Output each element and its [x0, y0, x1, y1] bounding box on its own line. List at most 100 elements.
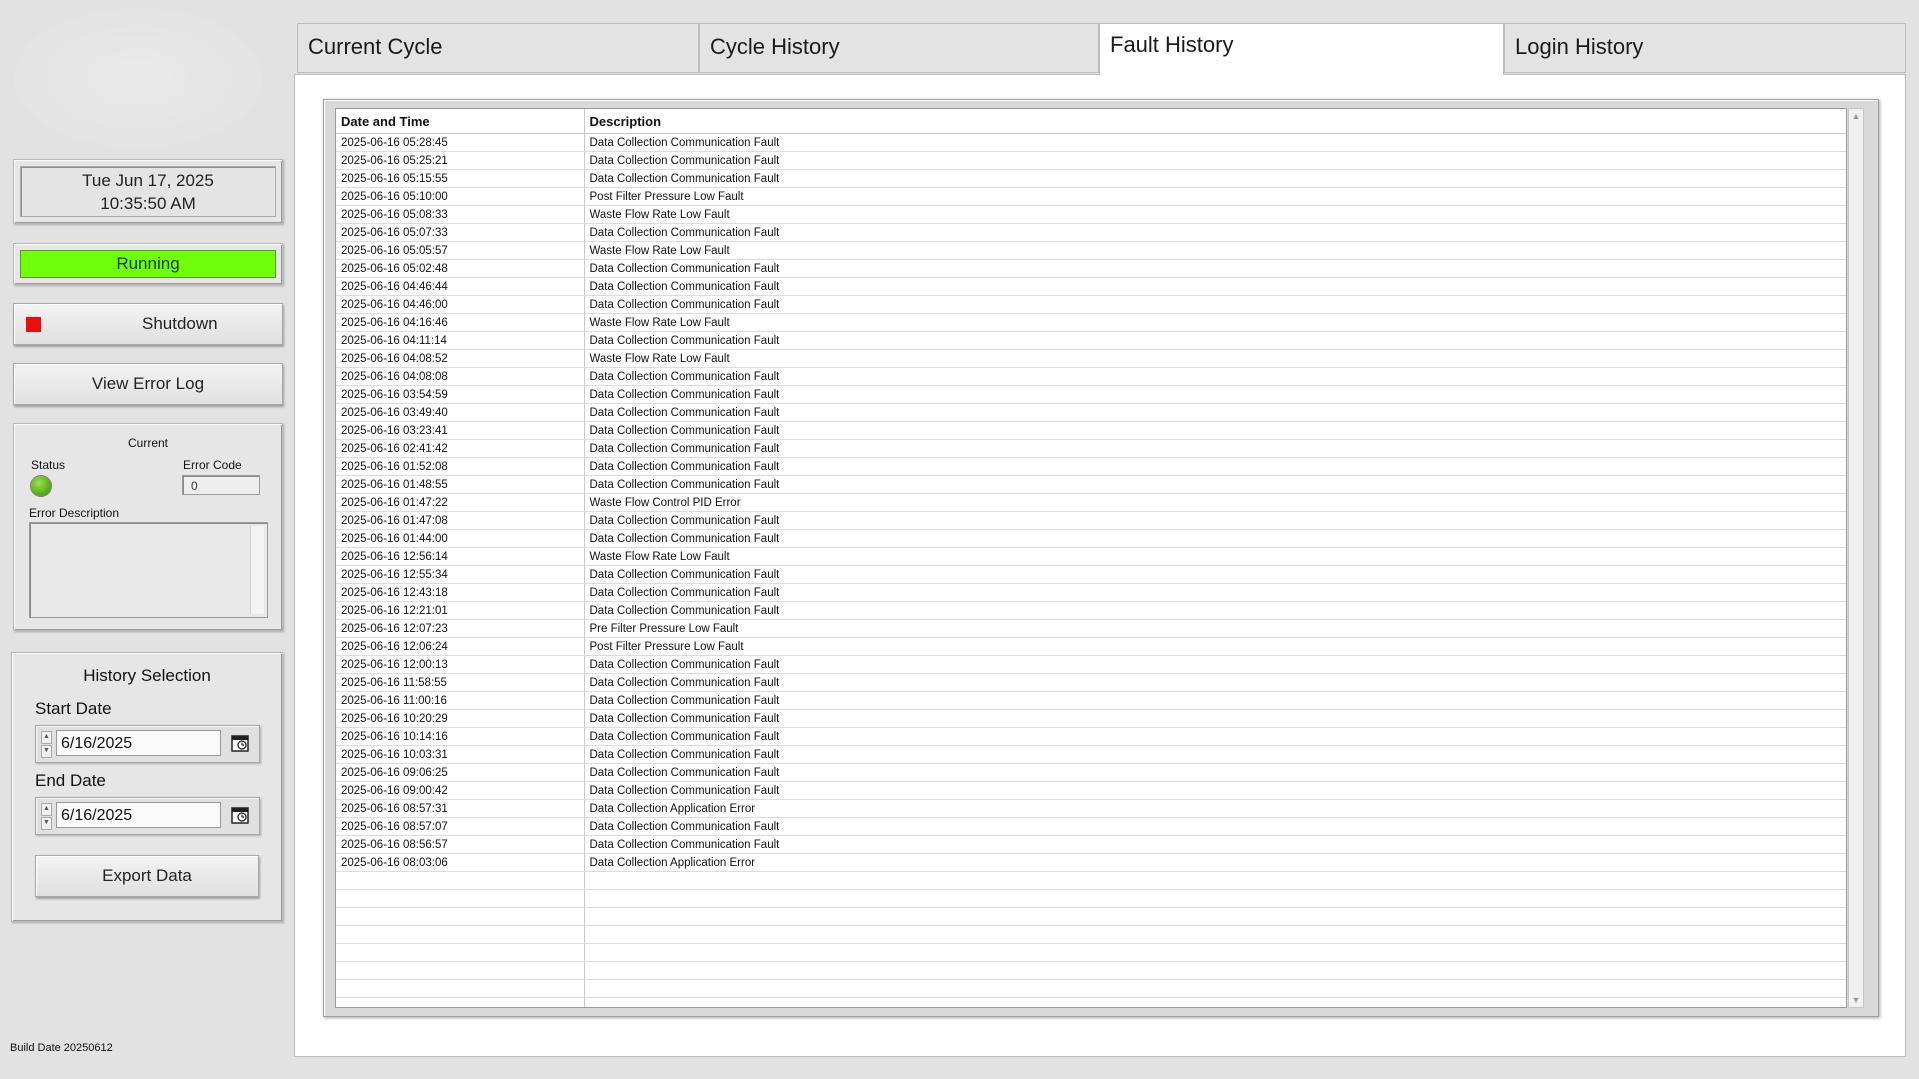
fault-datetime-cell: 2025-06-16 05:07:33 — [336, 223, 585, 242]
error-description-label: Error Description — [29, 506, 120, 520]
tab-fault-history[interactable]: Fault History — [1099, 23, 1504, 75]
table-row[interactable]: 2025-06-16 08:56:57 Data Collection Commu… — [336, 835, 1846, 854]
fault-datetime-cell: 2025-06-16 04:11:14 — [336, 331, 585, 350]
table-row[interactable]: 2025-06-16 05:05:57 Waste Flow Rate Low F… — [336, 241, 1846, 260]
table-row[interactable]: 2025-06-16 11:58:55 Data Collection Commu… — [336, 673, 1846, 692]
table-row[interactable]: 2025-06-16 10:03:31 Data Collection Commu… — [336, 745, 1846, 764]
fault-description-cell: Data Collection Application Error — [584, 799, 1846, 818]
fault-datetime-cell: 2025-06-16 12:55:34 — [336, 565, 585, 584]
scroll-up-icon[interactable]: ▲ — [1849, 111, 1863, 121]
fault-description-cell: Data Collection Communication Fault — [584, 691, 1846, 710]
end-date-spinner[interactable]: ▲ ▼ — [41, 803, 52, 830]
fault-description-cell: Data Collection Communication Fault — [584, 421, 1846, 440]
fault-description-cell: Data Collection Communication Fault — [584, 709, 1846, 728]
start-date-spinner[interactable]: ▲ ▼ — [41, 731, 52, 758]
fault-description-cell: Post Filter Pressure Low Fault — [584, 637, 1846, 656]
calendar-icon[interactable] — [231, 734, 249, 752]
error-description-scrollbar[interactable] — [250, 526, 264, 614]
scroll-down-icon[interactable]: ▼ — [1849, 995, 1863, 1005]
empty-table-row — [336, 925, 1846, 944]
table-row[interactable]: 2025-06-16 05:02:48 Data Collection Commu… — [336, 259, 1846, 278]
fault-description-cell: Data Collection Communication Fault — [584, 277, 1846, 296]
table-row[interactable]: 2025-06-16 01:47:08 Data Collection Commu… — [336, 511, 1846, 530]
table-row[interactable]: 2025-06-16 04:08:52 Waste Flow Rate Low F… — [336, 349, 1846, 368]
empty-table-row — [336, 907, 1846, 926]
fault-description-cell: Data Collection Communication Fault — [584, 601, 1846, 620]
tab-login-history[interactable]: Login History — [1504, 23, 1906, 73]
shutdown-label: Shutdown — [142, 314, 218, 333]
export-data-button[interactable]: Export Data — [35, 855, 259, 897]
table-row[interactable]: 2025-06-16 04:08:08 Data Collection Commu… — [336, 367, 1846, 386]
table-row[interactable]: 2025-06-16 08:03:06 Data Collection Appli… — [336, 853, 1846, 872]
table-row[interactable]: 2025-06-16 10:20:29 Data Collection Commu… — [336, 709, 1846, 728]
end-date-input[interactable]: 6/16/2025 — [56, 802, 221, 828]
table-row[interactable]: 2025-06-16 05:28:45 Data Collection Commu… — [336, 133, 1846, 152]
table-row[interactable]: 2025-06-16 03:23:41 Data Collection Commu… — [336, 421, 1846, 440]
table-row[interactable]: 2025-06-16 10:14:16 Data Collection Commu… — [336, 727, 1846, 746]
view-error-log-button[interactable]: View Error Log — [13, 363, 283, 405]
table-header-row: Date and Time Description — [336, 109, 1846, 134]
table-row[interactable]: 2025-06-16 12:07:23 Pre Filter Pressure L… — [336, 619, 1846, 638]
table-row[interactable]: 2025-06-16 08:57:31 Data Collection Appli… — [336, 799, 1846, 818]
fault-description-cell: Data Collection Communication Fault — [584, 511, 1846, 530]
table-row[interactable]: 2025-06-16 12:06:24 Post Filter Pressure … — [336, 637, 1846, 656]
start-date-input[interactable]: 6/16/2025 — [56, 730, 221, 756]
table-row[interactable]: 2025-06-16 05:10:00 Post Filter Pressure … — [336, 187, 1846, 206]
spin-up-icon[interactable]: ▲ — [41, 731, 52, 744]
fault-description-cell: Data Collection Communication Fault — [584, 817, 1846, 836]
table-row[interactable]: 2025-06-16 05:15:55 Data Collection Commu… — [336, 169, 1846, 188]
table-row[interactable]: 2025-06-16 03:54:59 Data Collection Commu… — [336, 385, 1846, 404]
table-row[interactable]: 2025-06-16 01:47:22 Waste Flow Control PI… — [336, 493, 1846, 512]
fault-description-cell: Waste Flow Rate Low Fault — [584, 547, 1846, 566]
table-row[interactable]: 2025-06-16 03:49:40 Data Collection Commu… — [336, 403, 1846, 422]
empty-table-row — [336, 997, 1846, 1007]
fault-datetime-cell: 2025-06-16 05:02:48 — [336, 259, 585, 278]
fault-datetime-cell: 2025-06-16 03:49:40 — [336, 403, 585, 422]
table-vertical-scrollbar[interactable]: ▲ ▼ — [1848, 108, 1864, 1008]
fault-datetime-cell: 2025-06-16 12:07:23 — [336, 619, 585, 638]
table-row[interactable]: 2025-06-16 09:06:25 Data Collection Commu… — [336, 763, 1846, 782]
table-row[interactable]: 2025-06-16 04:11:14 Data Collection Commu… — [336, 331, 1846, 350]
table-row[interactable]: 2025-06-16 12:43:18 Data Collection Commu… — [336, 583, 1846, 602]
status-label: Status — [31, 458, 66, 472]
table-row[interactable]: 2025-06-16 08:57:07 Data Collection Commu… — [336, 817, 1846, 836]
spin-down-icon[interactable]: ▼ — [41, 817, 52, 830]
fault-datetime-cell: 2025-06-16 10:14:16 — [336, 727, 585, 746]
fault-table-body: 2025-06-16 05:28:45 Data Collection Commu… — [336, 133, 1846, 1007]
empty-table-row — [336, 979, 1846, 998]
fault-datetime-cell: 2025-06-16 01:48:55 — [336, 475, 585, 494]
spin-down-icon[interactable]: ▼ — [41, 745, 52, 758]
shutdown-button[interactable]: Shutdown — [13, 303, 283, 345]
table-row[interactable]: 2025-06-16 04:46:00 Data Collection Commu… — [336, 295, 1846, 314]
error-description-field[interactable] — [29, 522, 268, 618]
table-row[interactable]: 2025-06-16 05:25:21 Data Collection Commu… — [336, 151, 1846, 170]
table-row[interactable]: 2025-06-16 11:00:16 Data Collection Commu… — [336, 691, 1846, 710]
table-row[interactable]: 2025-06-16 12:00:13 Data Collection Commu… — [336, 655, 1846, 674]
table-row[interactable]: 2025-06-16 05:08:33 Waste Flow Rate Low F… — [336, 205, 1846, 224]
tab-cycle-history[interactable]: Cycle History — [699, 23, 1099, 73]
fault-datetime-cell: 2025-06-16 04:46:00 — [336, 295, 585, 314]
table-row[interactable]: 2025-06-16 02:41:42 Data Collection Commu… — [336, 439, 1846, 458]
table-row[interactable]: 2025-06-16 12:56:14 Waste Flow Rate Low F… — [336, 547, 1846, 566]
spin-up-icon[interactable]: ▲ — [41, 803, 52, 816]
fault-datetime-cell: 2025-06-16 12:00:13 — [336, 655, 585, 674]
column-header-date[interactable]: Date and Time — [336, 109, 585, 134]
column-header-description[interactable]: Description — [584, 109, 1846, 134]
table-row[interactable]: 2025-06-16 01:52:08 Data Collection Commu… — [336, 457, 1846, 476]
table-row[interactable]: 2025-06-16 01:44:00 Data Collection Commu… — [336, 529, 1846, 548]
calendar-icon[interactable] — [231, 806, 249, 824]
stop-icon — [26, 317, 41, 332]
table-row[interactable]: 2025-06-16 12:21:01 Data Collection Commu… — [336, 601, 1846, 620]
fault-description-cell: Pre Filter Pressure Low Fault — [584, 619, 1846, 638]
error-code-label: Error Code — [183, 458, 242, 472]
tab-current-cycle[interactable]: Current Cycle — [297, 23, 699, 73]
table-row[interactable]: 2025-06-16 01:48:55 Data Collection Commu… — [336, 475, 1846, 494]
fault-description-cell: Data Collection Communication Fault — [584, 259, 1846, 278]
table-row[interactable]: 2025-06-16 09:00:42 Data Collection Commu… — [336, 781, 1846, 800]
table-row[interactable]: 2025-06-16 05:07:33 Data Collection Commu… — [336, 223, 1846, 242]
table-row[interactable]: 2025-06-16 04:46:44 Data Collection Commu… — [336, 277, 1846, 296]
table-row[interactable]: 2025-06-16 12:55:34 Data Collection Commu… — [336, 565, 1846, 584]
table-row[interactable]: 2025-06-16 04:16:46 Waste Flow Rate Low F… — [336, 313, 1846, 332]
fault-datetime-cell: 2025-06-16 03:23:41 — [336, 421, 585, 440]
fault-history-table[interactable]: Date and Time Description 2025-06-16 05:… — [335, 108, 1847, 1008]
